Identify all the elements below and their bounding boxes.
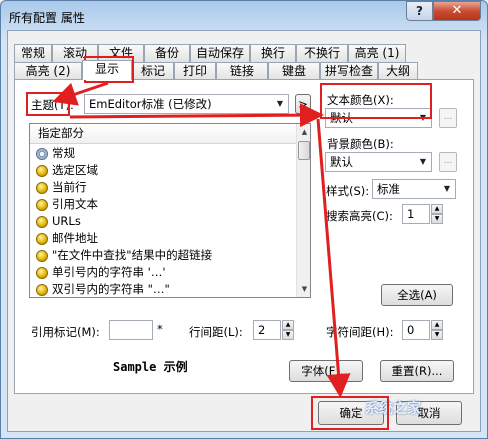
theme-label: 主题(T): <box>31 98 74 112</box>
list-item[interactable]: URLs <box>36 213 212 230</box>
tab-highlight-2[interactable]: 高亮 (2) <box>14 62 82 80</box>
line-spacing-label: 行间距(L): <box>189 325 243 339</box>
gear-icon <box>36 147 48 160</box>
text-color-select[interactable]: 默认 ▼ <box>325 108 432 128</box>
tab-highlight-1[interactable]: 高亮 (1) <box>348 44 406 62</box>
smiley-icon <box>36 232 48 245</box>
list-items: 常规 选定区域 当前行 引用文本 URLs 邮件地址 "在文件中查找"结果中的超… <box>36 145 212 297</box>
quote-mark-asterisk: * <box>157 322 163 336</box>
window-title: 所有配置 属性 <box>9 11 85 25</box>
smiley-icon <box>36 266 48 279</box>
scroll-thumb[interactable] <box>298 141 310 160</box>
char-spacing-spinner[interactable]: ▲ ▼ <box>431 320 443 340</box>
tab-row-2: 高亮 (2) 显示 标记 打印 链接 键盘 拼写检查 大纲 <box>14 60 418 80</box>
list-scrollbar[interactable]: ▲ ▼ <box>296 124 310 297</box>
bg-color-select[interactable]: 默认 ▼ <box>325 152 432 172</box>
tab-display[interactable]: 显示 <box>82 60 132 80</box>
bg-color-more-button[interactable]: … <box>439 152 457 172</box>
scroll-up-icon[interactable]: ▲ <box>297 124 310 140</box>
tab-wrap[interactable]: 换行 <box>250 44 296 62</box>
chevron-down-icon: ▼ <box>276 99 284 108</box>
font-button[interactable]: 字体(F)... <box>289 360 363 382</box>
list-item[interactable]: 常规 <box>36 145 212 162</box>
chevron-down-icon: ▼ <box>419 113 427 122</box>
select-all-button[interactable]: 全选(A) <box>381 284 453 306</box>
tab-row-1: 常规 滚动 文件 备份 自动保存 换行 不换行 高亮 (1) <box>14 44 406 62</box>
line-spacing-spinner[interactable]: ▲ ▼ <box>282 320 294 340</box>
search-highlight-spinner[interactable]: ▲ ▼ <box>431 204 443 224</box>
list-item[interactable]: "在文件中查找"结果中的超链接 <box>36 247 212 264</box>
chevron-down-icon: ▼ <box>419 157 427 166</box>
section-list[interactable]: 指定部分 常规 选定区域 当前行 引用文本 URLs 邮件地址 "在文件中查找"… <box>29 123 311 298</box>
tab-print[interactable]: 打印 <box>174 62 216 80</box>
tab-backup[interactable]: 备份 <box>144 44 190 62</box>
tab-marks[interactable]: 标记 <box>132 62 174 80</box>
list-item[interactable]: 选定区域 <box>36 162 212 179</box>
close-button[interactable]: ✕ <box>433 1 481 21</box>
smiley-icon <box>36 181 48 194</box>
chevron-down-icon: ▼ <box>443 184 451 193</box>
tab-links[interactable]: 链接 <box>216 62 268 80</box>
help-button[interactable]: ? <box>406 1 433 21</box>
bg-color-label: 背景颜色(B): <box>327 137 394 151</box>
smiley-icon <box>36 198 48 211</box>
tab-outline[interactable]: 大纲 <box>378 62 418 80</box>
tab-autosave[interactable]: 自动保存 <box>190 44 250 62</box>
text-color-label: 文本颜色(X): <box>327 93 394 107</box>
tab-general[interactable]: 常规 <box>14 44 52 62</box>
watermark-text: 系统之家 <box>365 401 421 417</box>
list-header: 指定部分 <box>30 124 296 144</box>
tab-keyboard[interactable]: 键盘 <box>268 62 320 80</box>
search-highlight-input[interactable]: 1 <box>402 204 430 224</box>
smiley-icon <box>36 249 48 262</box>
style-select[interactable]: 标准 ▼ <box>372 179 456 199</box>
text-color-more-button[interactable]: … <box>439 108 457 128</box>
char-spacing-input[interactable]: 0 <box>402 320 430 340</box>
theme-value: EmEditor标准 (已修改) <box>89 97 212 111</box>
reset-button[interactable]: 重置(R)... <box>380 360 454 382</box>
list-item[interactable]: 双引号内的字符串 "…" <box>36 281 212 297</box>
scroll-down-icon[interactable]: ▼ <box>297 281 310 297</box>
font-sample-text: Sample 示例 <box>113 360 188 374</box>
theme-more-button[interactable]: > <box>295 94 311 114</box>
list-item[interactable]: 当前行 <box>36 179 212 196</box>
quote-mark-input[interactable] <box>109 320 153 340</box>
list-item[interactable]: 引用文本 <box>36 196 212 213</box>
search-highlight-label: 搜索高亮(C): <box>326 209 393 223</box>
style-label: 样式(S): <box>326 184 370 198</box>
tab-spellcheck[interactable]: 拼写检查 <box>320 62 378 80</box>
theme-select[interactable]: EmEditor标准 (已修改) ▼ <box>84 94 289 114</box>
list-item[interactable]: 邮件地址 <box>36 230 212 247</box>
smiley-icon <box>36 164 48 177</box>
line-spacing-input[interactable]: 2 <box>253 320 281 340</box>
list-item[interactable]: 单引号内的字符串 '…' <box>36 264 212 281</box>
char-spacing-label: 字符间距(H): <box>326 325 394 339</box>
smiley-icon <box>36 283 48 296</box>
quote-mark-label: 引用标记(M): <box>31 325 100 339</box>
tab-nowrap[interactable]: 不换行 <box>296 44 348 62</box>
smiley-icon <box>36 215 48 228</box>
title-bar[interactable]: 所有配置 属性 ? ✕ <box>1 1 487 31</box>
